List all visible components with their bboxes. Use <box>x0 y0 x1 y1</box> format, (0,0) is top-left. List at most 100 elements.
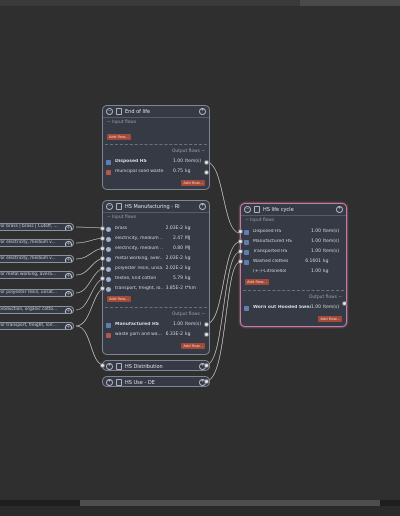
input-flow-row[interactable]: metal working, aver... 2.03E-2 kg <box>103 255 209 263</box>
expand-icon[interactable]: + <box>106 363 113 370</box>
output-flow-row[interactable]: Manufactured HS 1.00 Item(s) <box>103 321 209 329</box>
provider-label: for electricity, medium v... <box>0 256 56 261</box>
flow-amount: 1.00 <box>310 229 321 234</box>
input-port[interactable] <box>100 285 105 291</box>
node-distribution[interactable]: + HS Distribution + <box>102 360 210 371</box>
flow-icon <box>106 256 111 262</box>
input-port[interactable] <box>238 228 243 234</box>
add-output-flow-button[interactable]: Add flow... <box>318 316 342 322</box>
add-icon[interactable]: + <box>199 203 206 210</box>
output-port[interactable] <box>203 331 209 337</box>
output-flow-row[interactable]: Disposed HS 1.00 Item(s) <box>103 158 209 166</box>
flow-name: brass <box>115 226 128 231</box>
flow-unit: Item(s) <box>323 249 340 254</box>
flow-name: Washed clothes <box>253 259 289 264</box>
node-header[interactable]: − HS life cycle + <box>241 204 346 216</box>
input-flow-row[interactable]: Disposed HS 1.00 Item(s) <box>241 228 346 236</box>
output-flows-label: Output flows − <box>171 149 205 154</box>
collapse-icon[interactable]: − <box>106 108 113 115</box>
add-icon[interactable]: + <box>65 290 72 296</box>
input-flow-row[interactable]: (+-)-Citronellol 1.00 kg <box>241 268 346 276</box>
collapse-icon[interactable]: − <box>106 203 113 210</box>
node-title: HS life cycle <box>263 206 294 213</box>
provider-node[interactable]: for transport, freight, lorr... + <box>0 322 74 330</box>
output-flow-row[interactable]: waste yarn and wa... 6.33E-2 kg <box>103 331 209 339</box>
input-flow-row[interactable]: brass 2.03E-2 kg <box>103 225 209 233</box>
add-output-flow-button[interactable]: Add flow... <box>181 180 205 186</box>
flow-amount: 2.02E-2 <box>165 266 183 271</box>
collapse-icon[interactable]: − <box>244 206 251 213</box>
output-port[interactable] <box>203 321 209 327</box>
add-icon[interactable]: + <box>65 272 72 278</box>
flow-amount: 3.85E-2 <box>165 286 183 291</box>
flow-name: Manufactured HS <box>253 239 292 244</box>
flow-icon <box>244 259 249 265</box>
input-flow-row[interactable]: Transported HS 1.00 Item(s) <box>241 248 346 256</box>
input-flow-row[interactable]: transport, freight, lo... 3.85E-2 t*km <box>103 285 209 293</box>
expand-icon[interactable]: + <box>106 379 113 386</box>
add-icon[interactable]: + <box>199 108 206 115</box>
add-icon[interactable]: + <box>65 323 72 329</box>
input-flow-row[interactable]: electricity, medium ... 0.80 MJ <box>103 245 209 253</box>
provider-label: for brass | brass | Cutoff, ... <box>0 224 58 229</box>
input-port[interactable] <box>100 255 105 261</box>
flow-unit: kg <box>185 256 191 261</box>
node-manufacturing[interactable]: − HS Manufacturing - RI + − Input flows … <box>102 200 210 355</box>
top-scrollbar-thumb[interactable] <box>300 0 400 6</box>
add-input-flow-button[interactable]: Add flow... <box>245 279 269 285</box>
input-port[interactable] <box>238 248 243 254</box>
provider-node[interactable]: for brass | brass | Cutoff, ... + <box>0 223 74 231</box>
waste-flow-icon <box>106 332 111 338</box>
process-icon <box>116 363 122 370</box>
provider-node[interactable]: production, organic cotto... + <box>0 306 74 314</box>
input-port[interactable] <box>238 238 243 244</box>
provider-node[interactable]: for electricity, medium v... + <box>0 239 74 247</box>
output-port[interactable] <box>203 362 209 368</box>
node-header[interactable]: + HS Distribution + <box>103 361 209 372</box>
provider-node[interactable]: for polyester resin, unsat... + <box>0 289 74 297</box>
node-header[interactable]: − HS Manufacturing - RI + <box>103 201 209 213</box>
add-icon[interactable]: + <box>65 224 72 230</box>
node-use[interactable]: + HS Use - DE + <box>102 376 210 387</box>
flow-unit: Item(s) <box>323 229 340 234</box>
add-input-flow-button[interactable]: Add flow... <box>107 134 131 140</box>
provider-label: production, organic cotto... <box>0 307 58 312</box>
node-header[interactable]: + HS Use - DE + <box>103 377 209 388</box>
flow-unit: kg <box>185 266 191 271</box>
add-icon[interactable]: + <box>65 307 72 313</box>
top-scrollbar[interactable] <box>0 0 400 6</box>
node-life-cycle[interactable]: − HS life cycle + − Input flows Disposed… <box>240 203 347 327</box>
input-port[interactable] <box>100 245 105 251</box>
add-output-flow-button[interactable]: Add flow... <box>181 343 205 349</box>
output-port[interactable] <box>203 378 209 384</box>
input-port[interactable] <box>100 275 105 281</box>
output-flow-row[interactable]: Worn out Hooded Swea... 1.00 Item(s) <box>241 304 346 312</box>
input-port[interactable] <box>238 258 243 264</box>
add-icon[interactable]: + <box>65 256 72 262</box>
input-flow-row[interactable]: polyester resin, unsa... 2.02E-2 kg <box>103 265 209 273</box>
provider-node[interactable]: for electricity, medium v... + <box>0 255 74 263</box>
input-flow-row[interactable]: Washed clothes 6.1601 kg <box>241 258 346 266</box>
add-input-flow-button[interactable]: Add flow... <box>107 296 131 302</box>
input-flow-row[interactable]: textile, knit cotton 5.79 kg <box>103 275 209 283</box>
input-port[interactable] <box>100 265 105 271</box>
input-port[interactable] <box>100 225 105 231</box>
output-flow-row[interactable]: municipal solid waste 0.75 kg <box>103 168 209 176</box>
wire-washed <box>205 261 241 382</box>
output-port[interactable] <box>203 159 209 165</box>
provider-label: for transport, freight, lorr... <box>0 323 57 328</box>
input-flow-row[interactable]: electricity, medium ... 2.47 MJ <box>103 235 209 243</box>
add-icon[interactable]: + <box>65 240 72 246</box>
provider-node[interactable]: for metal working, avera... + <box>0 271 74 279</box>
output-port[interactable] <box>203 169 209 175</box>
flow-unit: kg <box>323 269 329 274</box>
add-icon[interactable]: + <box>336 206 343 213</box>
node-header[interactable]: − End of life + <box>103 106 209 118</box>
output-port[interactable] <box>342 300 347 306</box>
provider-label: for metal working, avera... <box>0 272 57 277</box>
input-flow-row[interactable]: Manufactured HS 1.00 Item(s) <box>241 238 346 246</box>
input-flows-label: − Input flows <box>107 215 137 220</box>
node-end-of-life[interactable]: − End of life + − Input flows Add flow..… <box>102 105 210 190</box>
input-port[interactable] <box>100 235 105 241</box>
input-port[interactable] <box>100 362 105 368</box>
